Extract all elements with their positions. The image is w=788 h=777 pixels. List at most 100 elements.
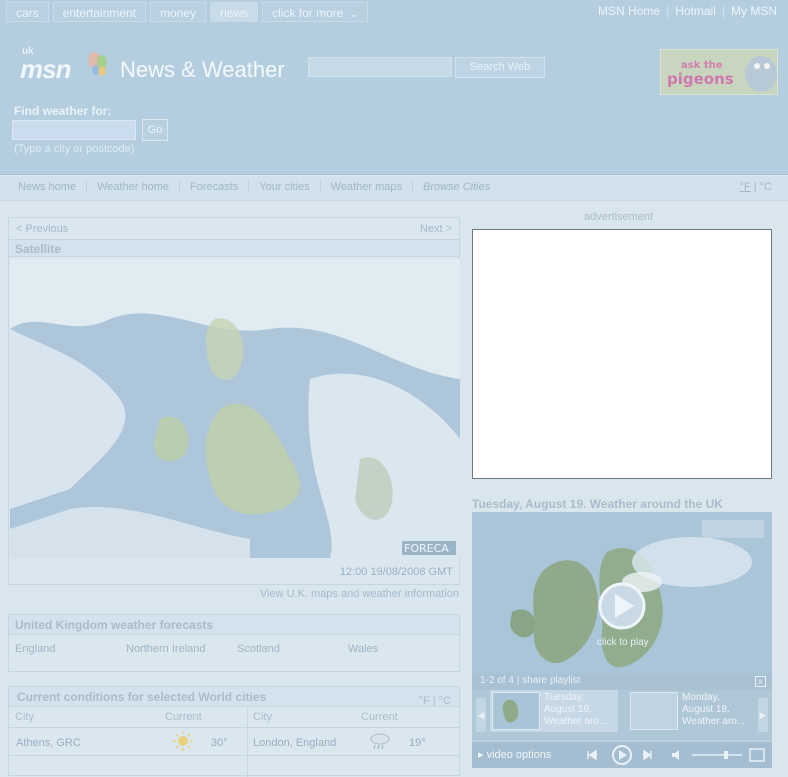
pigeon-ad-graphic: ask the pigeons <box>661 50 777 94</box>
playlist-item-line: Monday, <box>682 692 720 703</box>
site-header: cars entertainment money news click for … <box>0 0 788 175</box>
page-title: News & Weather <box>120 57 285 82</box>
world-cities-panel: Current conditions for selected World ci… <box>8 686 460 777</box>
search-input[interactable] <box>308 57 452 77</box>
satellite-title: Satellite <box>9 239 459 257</box>
my-msn-link[interactable]: My MSN <box>731 4 777 18</box>
previous-track-icon[interactable] <box>587 749 597 761</box>
playlist-thumbnail <box>492 692 540 730</box>
header-city-2: City <box>253 711 272 723</box>
playlist-item-text: Tuesday, August 19. Weather aro... <box>544 692 607 728</box>
playlist-thumbnail <box>630 692 678 730</box>
header-current-2: Current <box>361 711 398 723</box>
tab-more-label: click for more <box>272 6 344 20</box>
temp-athens: 30° <box>211 737 228 749</box>
find-weather-hint: (Type a city or postcode) <box>14 143 135 155</box>
region-wales[interactable]: Wales <box>348 643 378 655</box>
playlist-info: 1-2 of 4 | share playlist <box>480 675 581 686</box>
sun-icon <box>173 731 193 751</box>
video-options-toggle[interactable]: ▸ video options <box>478 748 551 761</box>
playlist-count: 1-2 of 4 <box>480 675 514 686</box>
video-screen[interactable] <box>472 512 772 674</box>
volume-icon[interactable] <box>672 750 679 760</box>
subnav-news-home[interactable]: News home <box>8 181 88 193</box>
uk-forecasts-panel: United Kingdom weather forecasts England… <box>8 614 460 672</box>
video-controls: ▸ video options <box>472 742 772 768</box>
city-postcode-input[interactable] <box>12 120 136 140</box>
satellite-map-image[interactable]: FORECA <box>10 259 460 558</box>
world-cities-heading: Current conditions for selected World ci… <box>17 690 267 704</box>
subnav-forecasts[interactable]: Forecasts <box>180 181 250 193</box>
divider: | <box>721 4 725 18</box>
player-controls <box>587 745 765 765</box>
playlist-next-arrow[interactable]: ▶ <box>758 698 768 732</box>
search-web-button[interactable]: Search Web <box>455 57 545 78</box>
video-options-label: video options <box>486 749 552 761</box>
fahrenheit-link[interactable]: °F <box>740 181 751 193</box>
top-nav: cars entertainment money news click for … <box>6 2 368 22</box>
divider: | <box>666 4 670 18</box>
advertisement-label: advertisement <box>584 211 654 223</box>
playlist: ◀ Tuesday, August 19. Weather aro... Mon… <box>472 690 772 740</box>
msn-logo[interactable]: uk msn <box>20 46 112 86</box>
subnav-your-cities[interactable]: Your cities <box>249 181 321 193</box>
celsius-label[interactable]: °C <box>760 181 772 193</box>
playlist-item-line: Tuesday, <box>544 692 585 703</box>
region-scotland[interactable]: Scotland <box>237 643 280 655</box>
tab-money[interactable]: money <box>150 2 207 22</box>
header-current: Current <box>165 711 202 723</box>
top-links: MSN Home | Hotmail | My MSN <box>598 4 777 18</box>
tab-entertainment[interactable]: entertainment <box>52 2 147 22</box>
share-playlist-link[interactable]: share playlist <box>522 675 580 686</box>
world-cities-units[interactable]: °F | °C <box>419 691 451 711</box>
tab-news[interactable]: news <box>210 2 259 22</box>
next-track-icon[interactable] <box>643 749 652 761</box>
click-to-play-label[interactable]: click to play <box>597 637 649 648</box>
chevron-down-icon: ⌄ <box>349 9 358 20</box>
tab-click-for-more[interactable]: click for more ⌄ <box>262 2 368 22</box>
video-title: Tuesday, August 19. Weather around the U… <box>472 497 723 511</box>
subnav-browse-cities[interactable]: Browse Cities <box>413 181 500 193</box>
advertisement-box[interactable] <box>472 229 772 479</box>
column-divider <box>247 707 248 777</box>
temp-london: 19° <box>409 737 426 749</box>
city-athens[interactable]: Athens, GRC <box>16 737 81 749</box>
satellite-panel: < Previous Next > Satellite FORECA 12:00… <box>8 217 460 585</box>
playlist-item-text: Monday, August 18. Weather aro... <box>682 692 745 728</box>
playlist-prev-arrow[interactable]: ◀ <box>476 698 486 732</box>
unit-divider: | <box>753 181 757 193</box>
subnav-weather-maps[interactable]: Weather maps <box>321 181 413 193</box>
msn-video-badge <box>702 520 764 538</box>
ad-line-2: pigeons <box>667 70 734 88</box>
butterfly-icon <box>88 52 107 76</box>
view-uk-maps-link[interactable]: View U.K. maps and weather information <box>260 588 459 600</box>
playlist-item-line: Weather aro... <box>544 716 608 727</box>
region-northern-ireland[interactable]: Northern Ireland <box>126 643 206 655</box>
hotmail-link[interactable]: Hotmail <box>675 4 716 18</box>
world-cities-title: Current conditions for selected World ci… <box>9 687 459 707</box>
close-icon[interactable]: x <box>755 676 766 687</box>
region-england[interactable]: England <box>15 643 55 655</box>
playlist-item-line: August 18. <box>682 704 730 715</box>
subnav-weather-home[interactable]: Weather home <box>87 181 181 193</box>
tab-cars[interactable]: cars <box>6 2 49 22</box>
volume-handle[interactable] <box>724 751 728 759</box>
playlist-item-line: August 19. <box>544 704 592 715</box>
fullscreen-icon[interactable] <box>749 748 765 762</box>
logo-wordmark: msn <box>20 54 71 84</box>
satellite-pager: < Previous Next > <box>9 218 459 238</box>
volume-slider[interactable] <box>692 754 742 756</box>
city-london[interactable]: London, England <box>253 737 336 749</box>
play-button-icon[interactable] <box>619 750 627 760</box>
next-link[interactable]: Next > <box>420 223 452 235</box>
playlist-item[interactable]: Monday, August 18. Weather aro... <box>628 690 756 732</box>
previous-link[interactable]: < Previous <box>16 223 68 235</box>
go-button[interactable]: Go <box>142 119 168 141</box>
playlist-item[interactable]: Tuesday, August 19. Weather aro... <box>490 690 618 732</box>
satellite-timestamp: 12:00 19/08/2008 GMT <box>339 566 453 578</box>
playlist-item-line: Weather aro... <box>682 716 746 727</box>
msn-home-link[interactable]: MSN Home <box>598 4 660 18</box>
video-player[interactable]: click to play 1-2 of 4 | share playlist … <box>472 512 772 768</box>
ask-the-pigeons-ad[interactable]: ask the pigeons <box>660 49 778 95</box>
foreca-credit: FORECA <box>404 542 449 555</box>
